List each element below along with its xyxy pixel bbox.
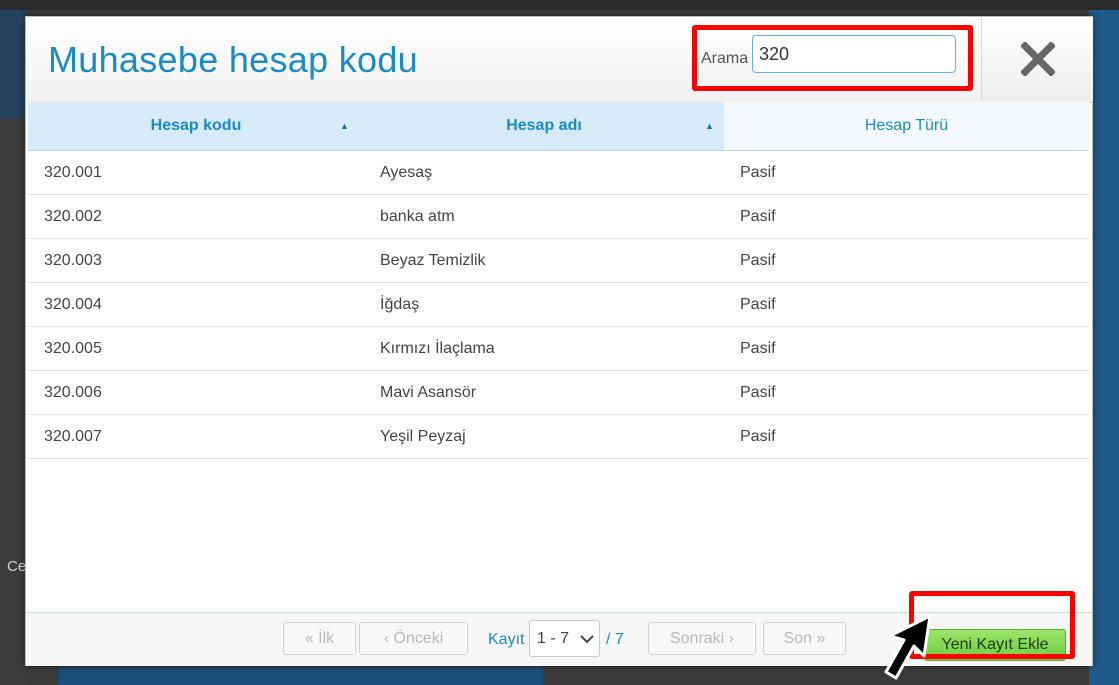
chevron-down-icon (580, 634, 594, 643)
cell-hesap-kodu: 320.003 (44, 251, 102, 269)
cell-hesap-adi: İğdaş (380, 295, 420, 313)
cell-hesap-kodu: 320.002 (44, 207, 102, 225)
account-code-dialog: Muhasebe hesap kodu Arama Hesap kodu ▲ H… (25, 16, 1093, 666)
cell-hesap-kodu: 320.007 (44, 427, 102, 445)
cell-hesap-turu: Pasif (740, 339, 776, 357)
background-right-panel (1089, 10, 1119, 685)
column-header-hesap-kodu[interactable]: Hesap kodu ▲ (28, 102, 364, 150)
cell-hesap-turu: Pasif (740, 163, 776, 181)
last-page-button[interactable]: Son » (763, 622, 846, 655)
table-row[interactable]: 320.006 Mavi Asansör Pasif (28, 371, 1089, 415)
cell-hesap-turu: Pasif (740, 207, 776, 225)
background-bottom-strip (58, 668, 543, 685)
cell-hesap-adi: banka atm (380, 207, 455, 225)
column-header-label: Hesap adı (506, 117, 582, 134)
column-header-label: Hesap Türü (864, 117, 949, 134)
cell-hesap-turu: Pasif (740, 295, 776, 313)
cell-hesap-adi: Mavi Asansör (380, 383, 477, 401)
table-row[interactable]: 320.004 İğdaş Pasif (28, 283, 1089, 327)
table-row[interactable]: 320.001 Ayesaş Pasif (28, 151, 1089, 195)
background-top-strip (0, 0, 1119, 10)
table-row[interactable]: 320.002 banka atm Pasif (28, 195, 1089, 239)
cell-hesap-adi: Kırmızı İlaçlama (380, 339, 495, 357)
cell-hesap-turu: Pasif (740, 427, 776, 445)
cell-hesap-adi: Yeşil Peyzaj (380, 427, 466, 445)
page-range-value: 1 - 7 (537, 629, 570, 647)
close-x-icon (1020, 42, 1055, 76)
table-row[interactable]: 320.005 Kırmızı İlaçlama Pasif (28, 327, 1089, 371)
table-header: Hesap kodu ▲ Hesap adı ▲ Hesap Türü (28, 102, 1089, 151)
sort-asc-icon: ▲ (340, 121, 349, 131)
column-header-label: Hesap kodu (150, 117, 242, 134)
close-button[interactable] (981, 17, 1093, 101)
account-table: Hesap kodu ▲ Hesap adı ▲ Hesap Türü 320.… (28, 102, 1089, 459)
search-highlight-box (692, 25, 973, 91)
record-total: / 7 (606, 631, 624, 648)
mouse-pointer-icon (884, 614, 932, 680)
previous-page-button[interactable]: ‹ Önceki (359, 622, 468, 655)
cell-hesap-kodu: 320.006 (44, 383, 102, 401)
cell-hesap-adi: Beyaz Temizlik (380, 251, 486, 269)
column-header-hesap-turu[interactable]: Hesap Türü (724, 102, 1089, 150)
cell-hesap-turu: Pasif (740, 383, 776, 401)
cell-hesap-turu: Pasif (740, 251, 776, 269)
cell-hesap-adi: Ayesaş (380, 163, 433, 181)
cell-hesap-kodu: 320.004 (44, 295, 102, 313)
table-row[interactable]: 320.003 Beyaz Temizlik Pasif (28, 239, 1089, 283)
page-range-select[interactable]: 1 - 7 (529, 620, 600, 657)
background-text-fragment: Ce (7, 558, 27, 575)
cell-hesap-kodu: 320.001 (44, 163, 102, 181)
background-left-lower (0, 118, 26, 685)
cell-hesap-kodu: 320.005 (44, 339, 102, 357)
next-page-button[interactable]: Sonraki › (648, 622, 756, 655)
sort-asc-icon: ▲ (705, 121, 714, 131)
first-page-button[interactable]: « İlk (283, 622, 356, 655)
dialog-title: Muhasebe hesap kodu (48, 39, 418, 80)
table-row[interactable]: 320.007 Yeşil Peyzaj Pasif (28, 415, 1089, 459)
record-label: Kayıt (488, 631, 525, 648)
column-header-hesap-adi[interactable]: Hesap adı ▲ (364, 102, 724, 150)
